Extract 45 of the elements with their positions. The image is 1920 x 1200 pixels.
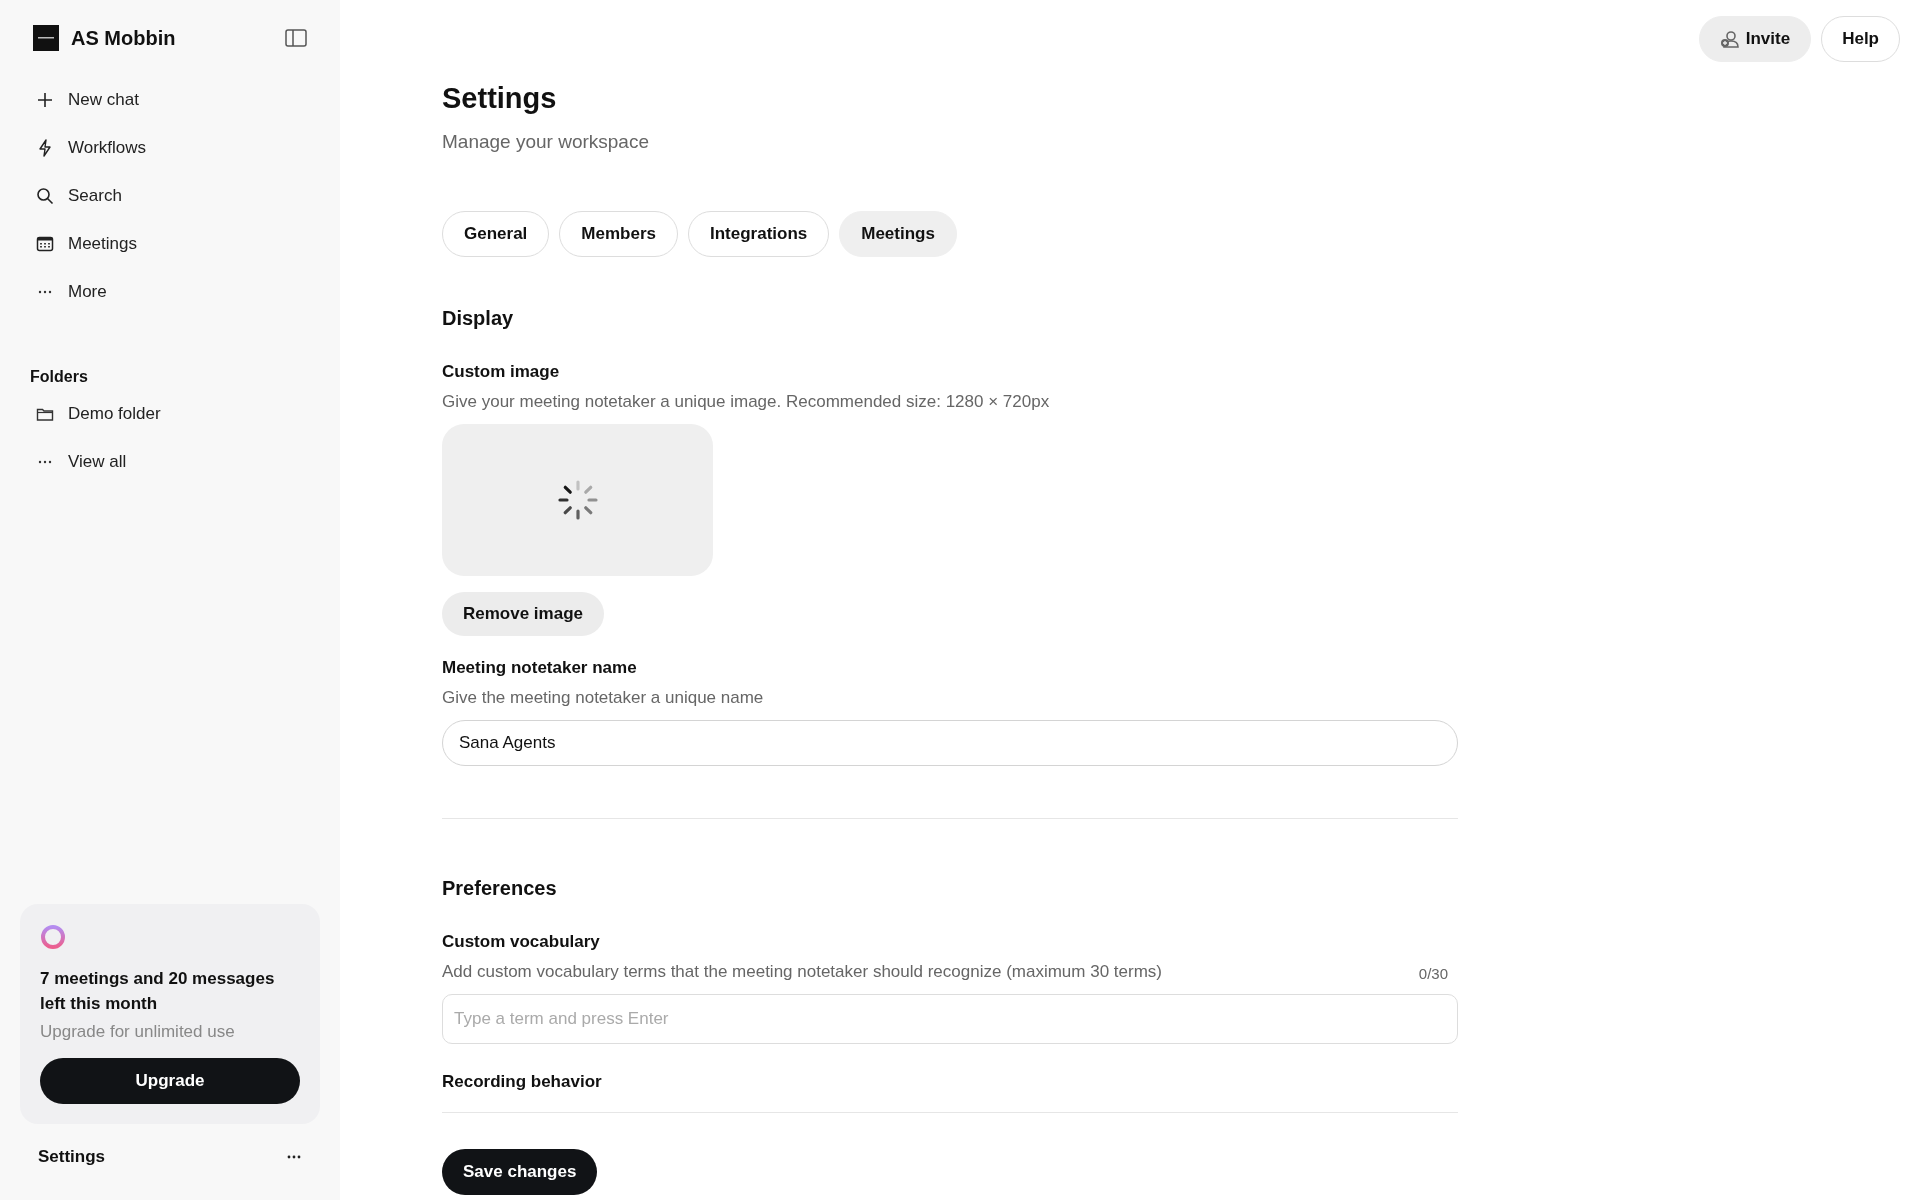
page-subtitle: Manage your workspace — [442, 131, 649, 153]
tab[interactable]: Members — [559, 211, 678, 257]
tab[interactable]: Integrations — [687, 211, 830, 257]
upgrade-hint: Upgrade for unlimited use — [40, 1022, 235, 1042]
term-counter: 0/30 — [1418, 965, 1448, 982]
field-description: Add custom vocabulary terms that the meeting notetaker should recognize (maximum 30 terms) — [442, 962, 1162, 982]
vocabulary-input-field[interactable]: Type a term and press Enter — [442, 994, 1458, 1044]
section-heading: Display — [442, 307, 514, 330]
folder-item[interactable]: View all — [20, 438, 320, 486]
more-icon — [38, 460, 52, 464]
help-button[interactable]: Help — [1821, 16, 1900, 62]
field-label: Custom vocabulary — [442, 932, 600, 952]
settings-link[interactable]: Settings — [38, 1147, 106, 1167]
name-input-field[interactable]: Sana Agents — [442, 720, 1458, 766]
remove-image-button[interactable]: Remove image — [442, 592, 604, 636]
save-changes-button[interactable]: Save changes — [442, 1149, 598, 1195]
section-heading: Folders — [30, 368, 89, 386]
field-description: Give the meeting notetaker a unique name — [442, 688, 764, 708]
sidebar-toggle-icon[interactable] — [285, 29, 307, 47]
folder-item[interactable]: Demo folder — [20, 390, 320, 438]
more-icon — [38, 290, 52, 294]
workspace-name: AS Mobbin — [71, 26, 177, 50]
workspace-logo-icon — [33, 25, 59, 51]
plus-icon — [36, 91, 54, 109]
field-label: Meeting notetaker name — [442, 658, 637, 678]
nav-item[interactable]: More — [20, 268, 320, 316]
field-description: Give your meeting notetaker a unique image. Recommended size: 1280 × 720px — [442, 392, 1050, 412]
search-icon — [36, 187, 54, 205]
section-heading: Preferences — [442, 877, 557, 900]
nav-item[interactable]: Workflows — [20, 124, 320, 172]
nav-item[interactable]: Search — [20, 172, 320, 220]
add-user-icon — [1719, 29, 1740, 49]
tab[interactable]: General — [442, 211, 550, 257]
field-label: Recording behavior — [442, 1072, 602, 1092]
ring-icon — [40, 924, 66, 950]
more-icon[interactable] — [286, 1154, 302, 1160]
field-label: Custom image — [442, 362, 560, 382]
calendar-icon — [36, 235, 54, 253]
usage-text: 7 meetings and 20 messages left this month — [40, 968, 276, 1015]
nav-item[interactable]: Meetings — [20, 220, 320, 268]
page-title: Settings — [442, 82, 557, 115]
upgrade-button[interactable]: Upgrade — [40, 1058, 300, 1104]
invite-button[interactable]: Invite — [1698, 16, 1812, 62]
tab[interactable]: Meetings — [839, 211, 957, 257]
nav-item[interactable]: New chat — [20, 76, 320, 124]
